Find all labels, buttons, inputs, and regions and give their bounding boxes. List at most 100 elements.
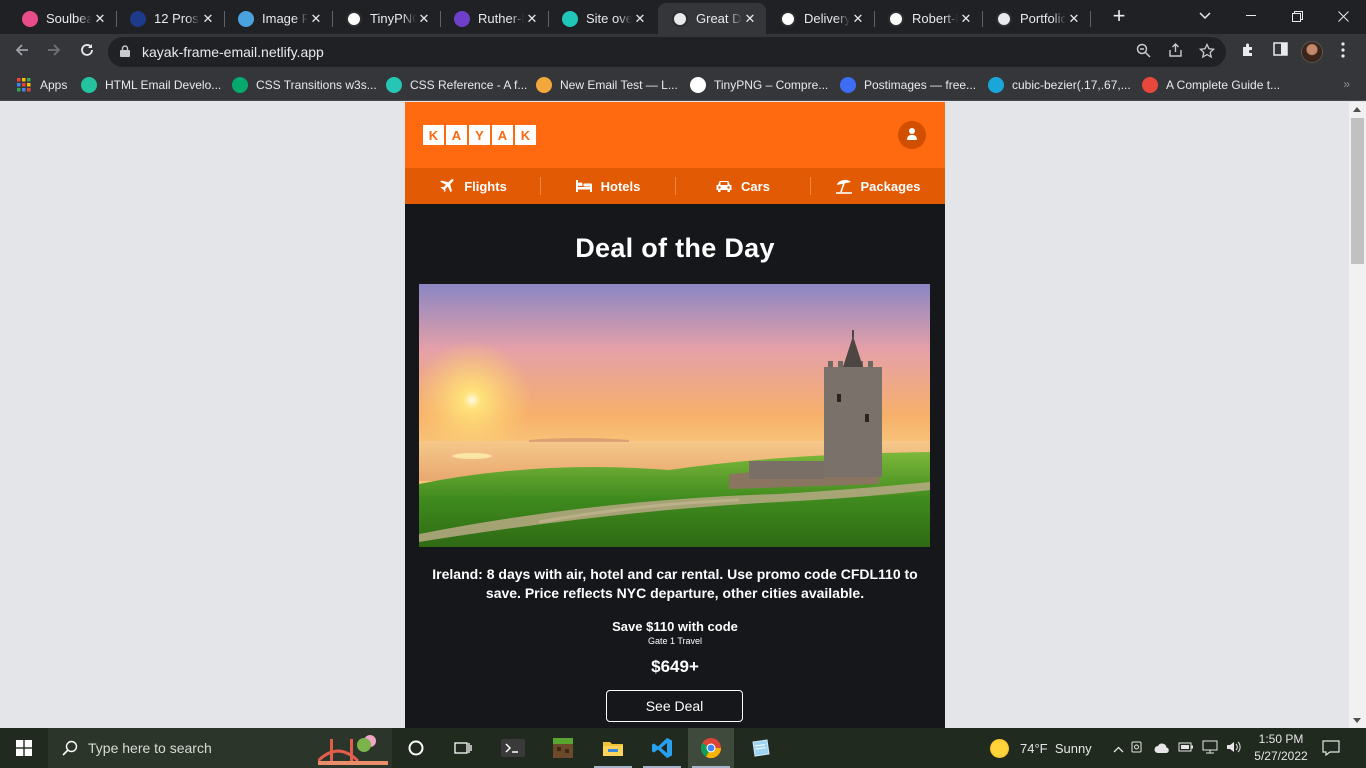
deal-price: $649+ — [651, 657, 699, 676]
logo-letter: A — [446, 125, 467, 145]
menu-kebab-icon[interactable] — [1333, 42, 1353, 62]
share-icon[interactable] — [1166, 43, 1184, 61]
weather-widget[interactable]: 74°F Sunny — [990, 728, 1092, 768]
more-bookmarks-chevron-icon[interactable]: » — [1343, 77, 1350, 91]
scrollbar-thumb[interactable] — [1351, 118, 1364, 264]
hero-image-ireland-castle[interactable] — [419, 284, 930, 547]
bookmark-item[interactable]: New Email Test — L... — [536, 76, 678, 94]
scroll-up-arrow-icon[interactable] — [1353, 107, 1361, 112]
notepad-app-icon[interactable] — [737, 728, 783, 768]
bookmark-item[interactable]: A Complete Guide t... — [1142, 76, 1280, 94]
notification-center-icon[interactable] — [1322, 728, 1340, 768]
bookmark-item[interactable]: CSS Transitions w3s... — [232, 76, 377, 94]
bookmark-item[interactable]: TinyPNG – Compre... — [690, 76, 828, 94]
forward-arrow-icon[interactable] — [42, 40, 66, 64]
taskbar-search-box[interactable]: Type here to search — [48, 728, 392, 768]
address-bar[interactable]: kayak-frame-email.netlify.app — [108, 37, 1226, 67]
vscode-icon[interactable] — [639, 728, 685, 768]
close-tab-icon[interactable]: ✕ — [958, 11, 974, 27]
browser-tab[interactable]: 12 Pros and✕ — [116, 3, 225, 34]
terminal-app-icon[interactable] — [490, 728, 536, 768]
page-scrollbar[interactable] — [1349, 102, 1366, 728]
nav-hotels[interactable]: Hotels — [540, 168, 675, 204]
battery-plug-icon[interactable] — [1174, 741, 1198, 756]
close-tab-icon[interactable]: ✕ — [92, 11, 108, 27]
windows-start-icon[interactable] — [0, 728, 48, 768]
nav-packages[interactable]: Packages — [810, 168, 945, 204]
search-icon — [62, 740, 78, 756]
file-explorer-icon[interactable] — [590, 728, 636, 768]
chrome-icon[interactable] — [688, 728, 734, 768]
browser-tab[interactable]: Delivery ✕ — [766, 3, 875, 34]
email-header: K A Y A K — [405, 102, 945, 168]
show-hidden-chevron-icon[interactable] — [1110, 741, 1126, 756]
close-tab-icon[interactable]: ✕ — [850, 11, 866, 27]
nav-label: Cars — [741, 178, 770, 194]
meet-now-icon[interactable] — [1126, 740, 1150, 757]
scroll-down-arrow-icon[interactable] — [1353, 718, 1361, 723]
browser-tab[interactable]: Soulbeat✕ — [8, 3, 117, 34]
dribbble-icon — [22, 10, 38, 27]
browser-tab[interactable]: TinyPNG✕ — [332, 3, 441, 34]
litmus-icon — [536, 77, 552, 93]
browser-tab[interactable]: Ruther-Portfolio✕ — [440, 3, 549, 34]
deal-title: Deal of the Day — [575, 233, 775, 263]
zoom-icon[interactable] — [1134, 43, 1152, 61]
clock-time: 1:50 PM — [1258, 732, 1304, 746]
close-tab-icon[interactable]: ✕ — [1066, 11, 1082, 27]
search-highlight-bridge-icon — [318, 735, 388, 765]
extensions-puzzle-icon[interactable] — [1238, 42, 1258, 62]
account-user-icon[interactable] — [898, 121, 926, 149]
tab-strip: Soulbeat✕12 Pros and✕Image Resizer✕TinyP… — [0, 0, 1366, 34]
nav-cars[interactable]: Cars — [675, 168, 810, 204]
cortana-circle-icon[interactable] — [393, 728, 439, 768]
volume-icon[interactable] — [1222, 740, 1246, 757]
kayak-logo[interactable]: K A Y A K — [423, 125, 536, 145]
browser-tab[interactable]: Image Resizer✕ — [224, 3, 333, 34]
nav-label: Flights — [464, 178, 507, 194]
windows-taskbar: Type here to search 74°F Sunny 1:50 PM 5… — [0, 728, 1366, 768]
minimize-button[interactable] — [1228, 0, 1274, 32]
back-arrow-icon[interactable] — [10, 40, 34, 64]
browser-tab[interactable]: Portfolio ✕ — [982, 3, 1091, 34]
system-clock[interactable]: 1:50 PM 5/27/2022 — [1252, 731, 1310, 765]
see-deal-button[interactable]: See Deal — [606, 690, 743, 722]
email-container: K A Y A K Flights Hotels Cars Packages D… — [405, 102, 945, 728]
restore-button[interactable] — [1274, 0, 1320, 32]
close-tab-icon[interactable]: ✕ — [200, 11, 216, 27]
task-view-icon[interactable] — [440, 728, 486, 768]
new-tab-button[interactable]: + — [1108, 5, 1130, 28]
curve-icon — [988, 77, 1004, 93]
tab-search-chevron-icon[interactable] — [1182, 0, 1228, 32]
bed-icon — [575, 178, 593, 194]
nav-flights[interactable]: Flights — [405, 168, 540, 204]
weather-text: 74°F Sunny — [1020, 740, 1092, 756]
profile-avatar[interactable] — [1301, 41, 1323, 63]
close-tab-icon[interactable]: ✕ — [742, 11, 758, 27]
bookmark-item[interactable]: CSS Reference - A f... — [386, 76, 527, 94]
reload-icon[interactable] — [75, 40, 99, 64]
network-icon[interactable] — [1198, 740, 1222, 757]
bookmark-star-icon[interactable] — [1198, 42, 1216, 61]
browser-tab[interactable]: Great Deals✕ — [658, 3, 766, 34]
side-panel-icon[interactable] — [1270, 42, 1290, 62]
github-icon — [888, 10, 904, 27]
minecraft-app-icon[interactable] — [540, 728, 586, 768]
bookmarks-bar: Apps HTML Email Develo... CSS Transitions … — [0, 70, 1366, 101]
onedrive-cloud-icon[interactable] — [1150, 741, 1174, 756]
clock-date: 5/27/2022 — [1254, 749, 1308, 763]
close-tab-icon[interactable]: ✕ — [524, 11, 540, 27]
close-tab-icon[interactable]: ✕ — [416, 11, 432, 27]
close-tab-icon[interactable]: ✕ — [308, 11, 324, 27]
bookmark-item[interactable]: cubic-bezier(.17,.67,... — [988, 76, 1131, 94]
browser-tab[interactable]: Robert-Rutherford✕ — [874, 3, 983, 34]
panda-icon — [690, 77, 706, 93]
browser-tab[interactable]: Site overview✕ — [548, 3, 656, 34]
close-window-button[interactable] — [1320, 0, 1366, 32]
bookmark-item[interactable]: Postimages — free... — [840, 76, 976, 94]
bookmark-item[interactable]: HTML Email Develo... — [81, 76, 221, 94]
bookmark-item[interactable]: Apps — [16, 76, 67, 94]
logo-letter: A — [492, 125, 513, 145]
close-tab-icon[interactable]: ✕ — [632, 11, 648, 27]
apps-grid-icon — [16, 77, 32, 93]
